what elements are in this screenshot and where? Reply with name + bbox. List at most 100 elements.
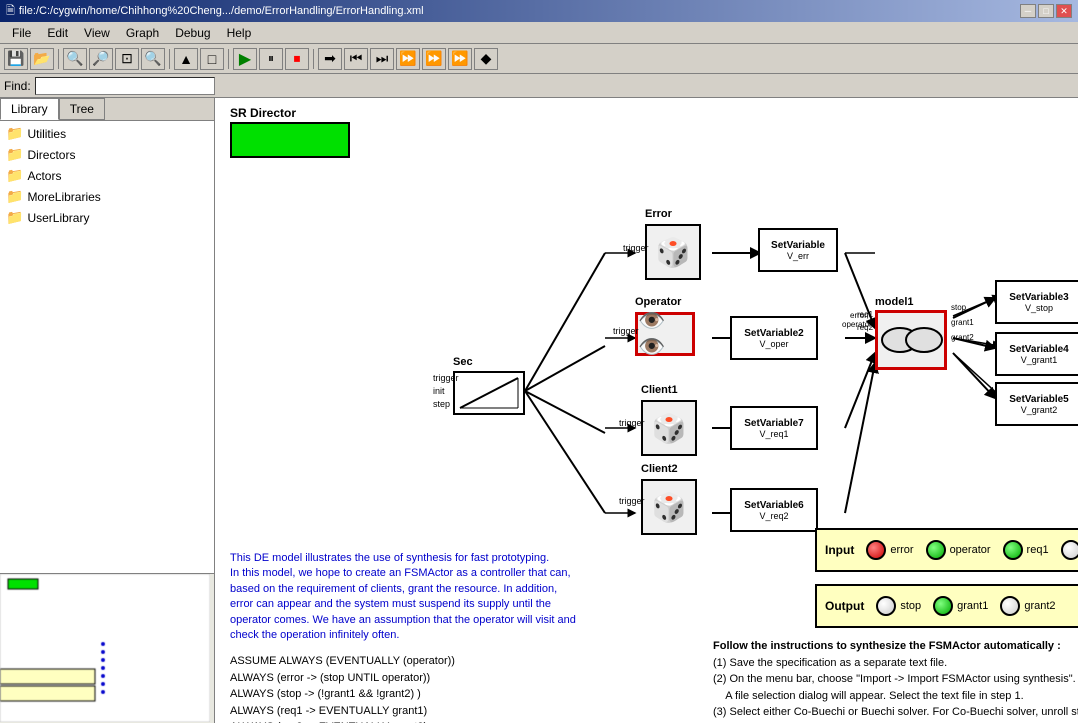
close-button[interactable]: ✕ [1056,4,1072,18]
menu-file[interactable]: File [4,24,39,42]
sidebar-item-userlibrary[interactable]: 📁 UserLibrary [2,207,212,228]
operator-actor[interactable]: 👁️👁️ [635,312,695,356]
ltl-line2: ALWAYS (error -> (stop UNTIL operator)) [230,670,700,687]
instructions-heading: Follow the instructions to synthesize th… [713,638,1078,655]
toolbar: 💾 📂 🔍 🔎 ⊡ 🔍 ▲ □ ▶ ⏸ ⏹ ➡ ⏮ ⏭ ⏩ ⏩ ⏩ ◆ [0,44,1078,74]
thumbnail-canvas [0,574,210,722]
error-actor[interactable]: 🎲 [645,224,701,280]
sidebar-item-directors[interactable]: 📁 Directors [2,144,212,165]
output-stop-circle [876,596,896,616]
setvariable-title: SetVariable [771,240,825,251]
input-panel-label: Input [825,543,854,557]
sidebar-item-actors[interactable]: 📁 Actors [2,165,212,186]
menu-help[interactable]: Help [219,24,260,42]
error-label: Error [645,208,672,220]
ff1-button[interactable]: ⏩ [396,48,420,70]
model1-label: model1 [875,296,914,308]
menu-graph[interactable]: Graph [118,24,167,42]
desc-line2: In this model, we hope to create an FSMA… [230,566,700,581]
setvariable2-box[interactable]: SetVariable2 V_oper [730,316,818,360]
open-button[interactable]: 📂 [30,48,54,70]
zoom-reset-button[interactable]: 🔍 [141,48,165,70]
input-operator-indicator: operator [926,540,991,560]
next-button[interactable]: ➡ [318,48,342,70]
setvariable6-title: SetVariable6 [744,500,803,511]
forward-button[interactable]: ⏭ [370,48,394,70]
client1-actor[interactable]: 🎲 [641,400,697,456]
ff3-button[interactable]: ⏩ [448,48,472,70]
pause-button[interactable]: ⏸ [259,48,283,70]
sec-label: Sec [453,356,473,368]
setvariable5-title: SetVariable5 [1009,394,1068,405]
folder-icon-directors: 📁 [6,146,23,163]
fit-button[interactable]: ⊡ [115,48,139,70]
sidebar-item-morelibraries[interactable]: 📁 MoreLibraries [2,186,212,207]
save-button[interactable]: 💾 [4,48,28,70]
sidebar-tree: 📁 Utilities 📁 Directors 📁 Actors 📁 MoreL… [0,121,214,573]
maximize-button[interactable]: □ [1038,4,1054,18]
setvariable3-box[interactable]: SetVariable3 V_stop [995,280,1078,324]
layout-button[interactable]: ▲ [174,48,198,70]
diagram-container: SR Director Sec trigger init step Error … [215,98,1078,723]
sidebar-label-morelibraries: MoreLibraries [27,190,100,204]
model1-stop: stop [951,303,966,312]
input-operator-circle [926,540,946,560]
output-panel: Output stop grant1 grant2 [815,584,1078,628]
sidebar: Library Tree 📁 Utilities 📁 Directors 📁 A… [0,98,215,723]
zoom-out-button[interactable]: 🔎 [89,48,113,70]
desc-line4: error can appear and the system must sus… [230,597,700,612]
client2-label: Client2 [641,463,678,475]
desc-line3: based on the requirement of clients, gra… [230,582,700,597]
minimize-button[interactable]: ─ [1020,4,1036,18]
setvariable4-box[interactable]: SetVariable4 V_grant1 [995,332,1078,376]
output-stop-label: stop [900,600,921,612]
instr-step3: (3) Select either Co-Buechi or Buechi so… [713,704,1078,723]
setvariable2-val: V_oper [759,339,788,349]
stop-button[interactable]: ⏹ [285,48,309,70]
tab-library[interactable]: Library [0,98,59,120]
menu-edit[interactable]: Edit [39,24,76,42]
find-input[interactable] [35,77,215,95]
diamond-button[interactable]: ◆ [474,48,498,70]
instr-step1: (1) Save the specification as a separate… [713,655,1078,672]
setvariable7-box[interactable]: SetVariable7 V_req1 [730,406,818,450]
thumbnail-panel [0,573,214,723]
zoom-in-button[interactable]: 🔍 [63,48,87,70]
canvas-area[interactable]: SR Director Sec trigger init step Error … [215,98,1078,723]
toolbar-sep2 [169,49,170,69]
instructions-area: Follow the instructions to synthesize th… [713,638,1078,723]
setvariable3-val: V_stop [1025,303,1053,313]
sec-actor[interactable] [453,371,525,415]
main-area: Library Tree 📁 Utilities 📁 Directors 📁 A… [0,98,1078,723]
model1-actor[interactable] [875,310,947,370]
director-box [230,122,350,158]
run-button[interactable]: ▶ [233,48,257,70]
input-req1-circle [1003,540,1023,560]
error-trigger-label: trigger [623,243,649,253]
sidebar-label-utilities: Utilities [27,127,66,141]
rewind-button[interactable]: ⏮ [344,48,368,70]
setvariable-box[interactable]: SetVariable V_err [758,228,838,272]
menu-view[interactable]: View [76,24,118,42]
output-panel-label: Output [825,599,864,613]
sec-port-step: step [433,399,450,409]
sec-port-trigger: trigger [433,373,459,383]
director-label: SR Director [230,106,296,120]
model1-icon [878,313,944,367]
toolbar-sep1 [58,49,59,69]
sidebar-item-utilities[interactable]: 📁 Utilities [2,123,212,144]
title-bar-controls: ─ □ ✕ [1020,4,1072,18]
input-error-label: error [890,544,913,556]
layout2-button[interactable]: □ [200,48,224,70]
setvariable5-box[interactable]: SetVariable5 V_grant2 [995,382,1078,426]
setvariable4-title: SetVariable4 [1009,344,1068,355]
ltl-area: ASSUME ALWAYS (EVENTUALLY (operator)) AL… [230,653,700,723]
setvariable3-title: SetVariable3 [1009,292,1068,303]
tab-tree[interactable]: Tree [59,98,105,120]
client2-actor[interactable]: 🎲 [641,479,697,535]
input-error-circle [866,540,886,560]
menu-debug[interactable]: Debug [167,24,218,42]
setvariable6-box[interactable]: SetVariable6 V_req2 [730,488,818,532]
setvariable4-val: V_grant1 [1021,355,1058,365]
ff2-button[interactable]: ⏩ [422,48,446,70]
